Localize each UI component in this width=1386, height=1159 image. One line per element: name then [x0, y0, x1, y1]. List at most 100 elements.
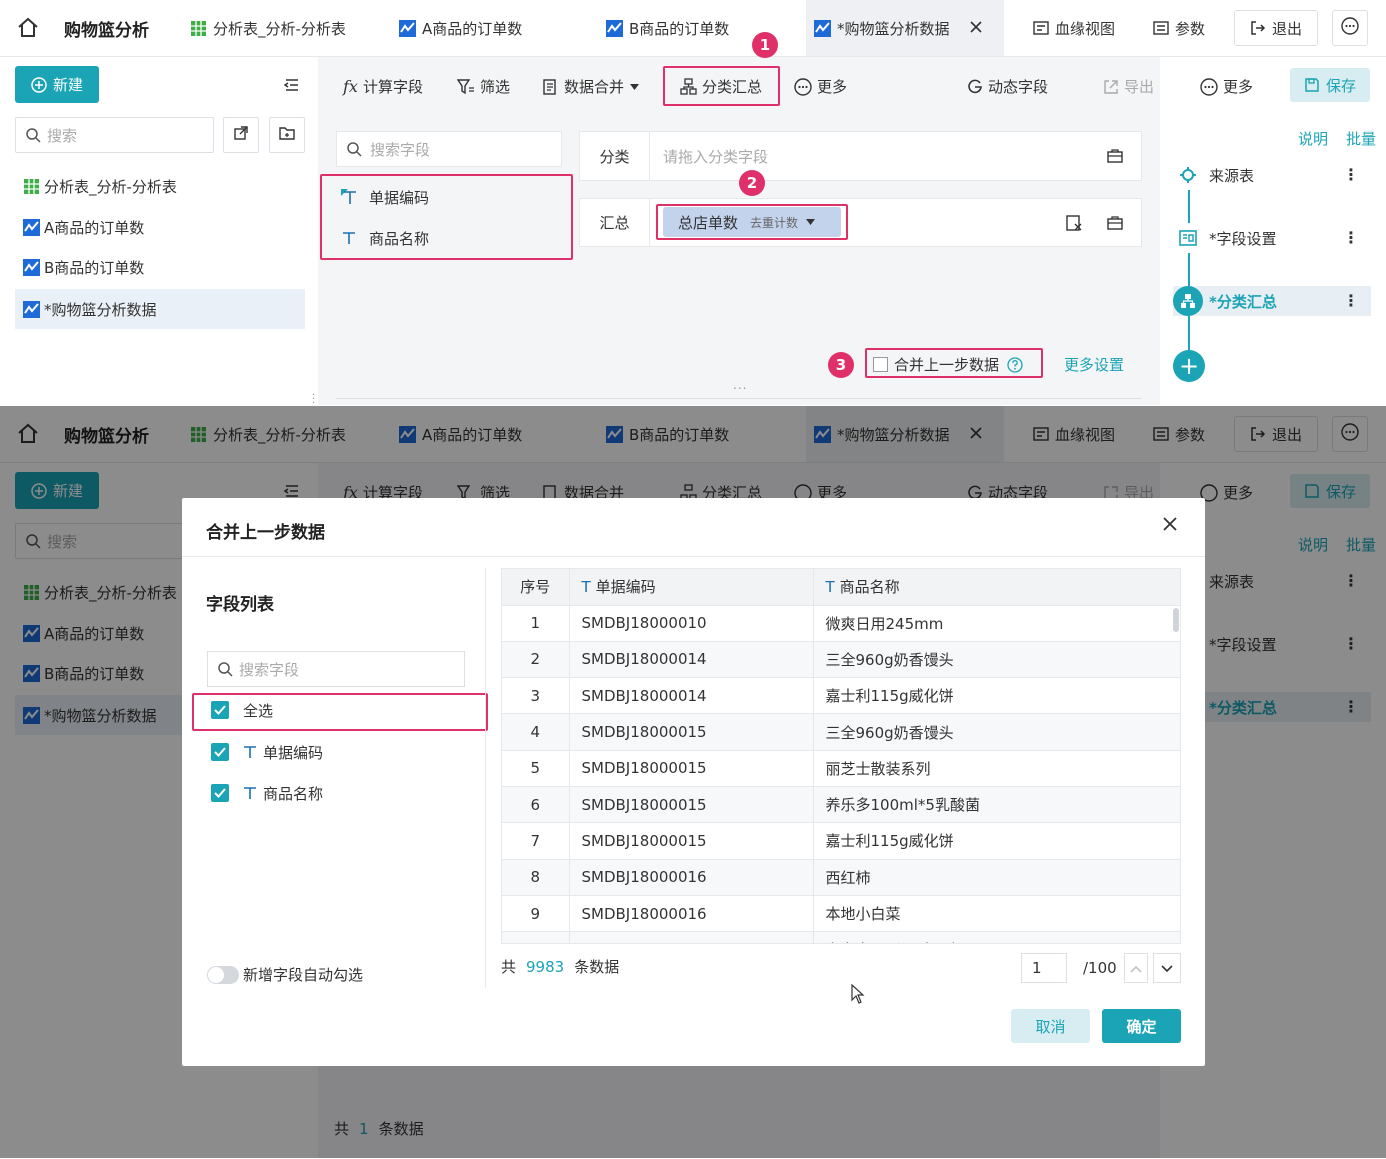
- cell-doc-code: SMDBJ18000015: [569, 713, 814, 751]
- table-row[interactable]: 5 SMDBJ18000015 丽芝士散装系列: [502, 750, 1180, 787]
- scrollbar-thumb[interactable]: [1173, 608, 1179, 632]
- group-row: 分类 请拖入分类字段: [579, 131, 1142, 181]
- table-row[interactable]: 10SMDBJ18000016家之宝圆形24夹晒架: [502, 931, 1180, 943]
- plus-circle-icon: [31, 76, 47, 93]
- cell-index: 2: [502, 641, 570, 679]
- filter-button[interactable]: 筛选: [457, 76, 510, 97]
- tab-a-orders[interactable]: A商品的订单数: [399, 0, 522, 56]
- field-search-input[interactable]: 搜索字段: [336, 131, 562, 167]
- more-tools-button[interactable]: 更多: [794, 76, 847, 97]
- kebab-icon[interactable]: ⋮: [1343, 228, 1359, 247]
- sidebar-item-b-orders[interactable]: B商品的订单数: [15, 247, 305, 287]
- table-row[interactable]: 4 SMDBJ18000015 三全960g奶香馒头: [502, 713, 1180, 751]
- briefcase-icon[interactable]: [1107, 215, 1123, 235]
- field-checkbox[interactable]: 商品名称: [211, 778, 323, 808]
- sidebar-item-a-orders[interactable]: A商品的订单数: [15, 207, 305, 247]
- text-field-icon: T: [581, 578, 591, 597]
- drag-handle[interactable]: · · ·: [312, 391, 315, 406]
- step-badge-3: 3: [828, 352, 854, 378]
- save-button[interactable]: 保存: [1290, 68, 1370, 102]
- page-next-button[interactable]: [1153, 953, 1181, 983]
- cell-product-name: 家之宝圆形24夹晒架: [813, 931, 1180, 943]
- page-prev-button[interactable]: [1124, 953, 1148, 983]
- lineage-view-button[interactable]: 血缘视图: [1033, 0, 1115, 56]
- divider: [485, 568, 486, 988]
- cell-doc-code: SMDBJ18000016: [569, 895, 814, 933]
- merge-data-button[interactable]: 数据合并: [542, 76, 640, 97]
- table-row[interactable]: 7 SMDBJ18000015 嘉士利115g威化饼: [502, 822, 1180, 860]
- screenshot-before: 购物篮分析 分析表_分析-分析表 A商品的订单数 B商品的订单数 *购物篮分析数…: [0, 0, 1386, 405]
- step-field-settings[interactable]: *字段设置 ⋮: [1173, 223, 1371, 253]
- new-button[interactable]: 新建: [15, 66, 99, 103]
- dialog-field-search-input[interactable]: 搜索字段: [207, 651, 465, 687]
- cell-index: 6: [502, 786, 570, 824]
- open-external-button[interactable]: [223, 117, 259, 153]
- function-icon: fx: [343, 77, 358, 96]
- export-button[interactable]: 导出: [1103, 76, 1154, 97]
- table-row[interactable]: 3 SMDBJ18000014 嘉士利115g威化饼: [502, 677, 1180, 715]
- clear-filter-icon[interactable]: [1066, 215, 1082, 235]
- dynamic-field-button[interactable]: 动态字段: [966, 76, 1048, 97]
- lineage-icon: [1033, 20, 1049, 36]
- collapse-sidebar-icon[interactable]: [283, 77, 300, 97]
- more-menu-button[interactable]: [1332, 10, 1368, 46]
- table-row[interactable]: 1 SMDBJ18000010 微爽日用245mm: [502, 605, 1180, 642]
- explain-link[interactable]: 说明: [1298, 128, 1328, 149]
- toggle-switch[interactable]: [207, 965, 239, 984]
- divider: [336, 398, 1141, 399]
- more-actions-button[interactable]: 更多: [1200, 76, 1253, 97]
- tab-b-orders[interactable]: B商品的订单数: [606, 0, 729, 56]
- chevron-up-icon: [1130, 959, 1142, 977]
- ellipsis-circle-icon: [1341, 17, 1359, 39]
- hierarchy-icon: [1173, 286, 1203, 316]
- add-step-button[interactable]: +: [1173, 350, 1205, 382]
- sidebar-search-input[interactable]: 搜索: [15, 117, 214, 153]
- cell-doc-code: SMDBJ18000015: [569, 822, 814, 860]
- exit-button[interactable]: 退出: [1234, 10, 1318, 46]
- table-row[interactable]: 2 SMDBJ18000014 三全960g奶香馒头: [502, 641, 1180, 679]
- calc-field-button[interactable]: fx 计算字段: [343, 76, 423, 97]
- cell-index: 9: [502, 895, 570, 933]
- cell-product-name: 三全960g奶香馒头: [813, 713, 1180, 751]
- cell-index: 7: [502, 822, 570, 860]
- sidebar-item-analysis-table[interactable]: 分析表_分析-分析表: [15, 166, 305, 206]
- row-count: 共 9983 条数据: [501, 958, 620, 976]
- table-row[interactable]: 6 SMDBJ18000015 养乐多100ml*5乳酸菌: [502, 786, 1180, 824]
- highlight-summary-chip: [656, 204, 848, 240]
- line-chart-icon: [606, 19, 623, 37]
- cell-product-name: 丽芝士散装系列: [813, 750, 1180, 787]
- table-row[interactable]: 9 SMDBJ18000016 本地小白菜: [502, 895, 1180, 933]
- cancel-button[interactable]: 取消: [1011, 1009, 1090, 1043]
- summary-label: 汇总: [580, 199, 650, 246]
- kebab-icon[interactable]: ⋮: [1343, 165, 1359, 184]
- cursor-icon: [851, 983, 865, 1008]
- table-row[interactable]: 8 SMDBJ18000016 西红柿: [502, 859, 1180, 896]
- checkbox-checked-icon[interactable]: [211, 743, 229, 761]
- new-folder-button[interactable]: [269, 117, 305, 153]
- cell-product-name: 本地小白菜: [813, 895, 1180, 933]
- tab-basket-data[interactable]: *购物篮分析数据: [806, 0, 1004, 56]
- params-button[interactable]: 参数: [1153, 0, 1205, 56]
- page-number-input[interactable]: 1: [1021, 953, 1067, 983]
- sidebar-item-basket-data[interactable]: *购物篮分析数据: [15, 289, 305, 329]
- group-dropzone[interactable]: 请拖入分类字段: [663, 146, 768, 167]
- cell-index: 8: [502, 859, 570, 896]
- step-group-summary[interactable]: *分类汇总 ⋮: [1173, 286, 1371, 316]
- field-list-panel: 字段列表 搜索字段 全选 单据编码 商品名称: [182, 557, 488, 987]
- resize-handle[interactable]: ...: [733, 378, 747, 392]
- step-source-table[interactable]: 来源表 ⋮: [1173, 160, 1371, 190]
- close-icon[interactable]: [1162, 516, 1178, 536]
- confirm-button[interactable]: 确定: [1102, 1009, 1181, 1043]
- checkbox-checked-icon[interactable]: [211, 784, 229, 802]
- kebab-icon[interactable]: ⋮: [1343, 291, 1359, 310]
- close-icon[interactable]: [969, 19, 982, 37]
- field-checkbox[interactable]: 单据编码: [211, 737, 323, 767]
- home-icon[interactable]: [16, 16, 40, 44]
- more-settings-link[interactable]: 更多设置: [1064, 354, 1124, 375]
- auto-select-toggle[interactable]: 新增字段自动勾选: [207, 964, 363, 985]
- briefcase-icon[interactable]: [1107, 148, 1123, 168]
- text-field-icon: [243, 745, 257, 759]
- tab-analysis-table[interactable]: 分析表_分析-分析表: [190, 0, 346, 56]
- batch-link[interactable]: 批量: [1346, 128, 1376, 149]
- cell-index: 10: [502, 931, 570, 943]
